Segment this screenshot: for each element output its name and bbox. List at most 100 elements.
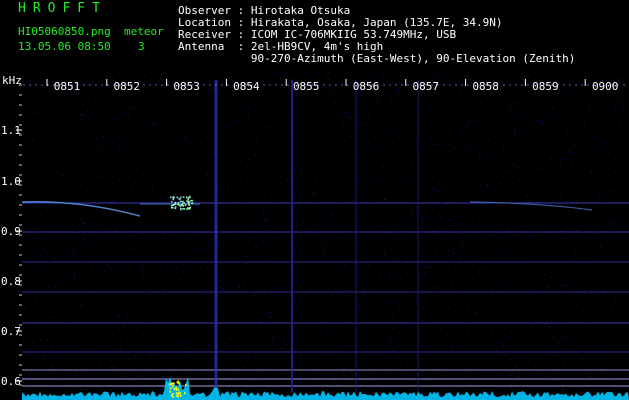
noise-dot — [80, 183, 82, 185]
noise-dot — [72, 257, 74, 259]
noise-dot — [193, 179, 194, 181]
noise-dot — [125, 375, 127, 377]
noise-dot — [407, 257, 409, 259]
noise-dot — [397, 224, 399, 226]
noise-dot — [22, 281, 24, 283]
noise-dot — [31, 314, 33, 316]
noise-dot — [569, 88, 571, 90]
noise-dot — [370, 373, 372, 375]
noise-dot — [604, 298, 605, 300]
spectrum-peak — [172, 395, 174, 398]
noise-dot — [560, 167, 562, 169]
noise-dot — [458, 106, 460, 107]
noise-dot — [156, 153, 158, 155]
noise-dot — [95, 136, 97, 138]
noise-dot — [74, 278, 76, 280]
noise-dot — [421, 217, 423, 219]
noise-dot — [297, 223, 298, 225]
spectrum-peak — [175, 395, 178, 397]
noise-dot — [360, 122, 362, 124]
noise-dot — [453, 92, 455, 94]
noise-dot — [501, 334, 502, 336]
noise-dot — [396, 308, 398, 310]
noise-dot — [390, 97, 392, 99]
noise-dot — [34, 107, 36, 109]
noise-dot — [626, 216, 628, 218]
noise-dot — [84, 267, 85, 269]
noise-dot — [435, 358, 436, 359]
noise-dot — [205, 302, 207, 304]
noise-dot — [427, 120, 429, 122]
noise-dot — [221, 184, 223, 186]
noise-dot — [508, 108, 510, 110]
noise-dot — [535, 225, 537, 226]
noise-dot — [152, 124, 154, 126]
noise-dot — [618, 123, 620, 125]
noise-dot — [620, 102, 622, 104]
meteor-head-echo — [180, 209, 182, 211]
noise-dot — [404, 117, 406, 119]
noise-dot — [189, 173, 191, 174]
noise-dot — [460, 206, 462, 208]
noise-dot — [51, 149, 53, 151]
noise-dot — [415, 266, 417, 268]
noise-dot — [425, 142, 427, 144]
noise-dot — [533, 206, 535, 208]
noise-dot — [380, 115, 382, 117]
noise-dot — [160, 197, 162, 199]
noise-dot — [80, 114, 82, 115]
noise-dot — [130, 278, 132, 280]
noise-dot — [125, 316, 127, 318]
noise-dot — [447, 317, 449, 319]
noise-dot — [57, 273, 59, 275]
noise-dot — [148, 96, 150, 98]
noise-dot — [405, 258, 407, 260]
noise-dot — [116, 315, 118, 317]
noise-dot — [213, 97, 214, 99]
noise-dot — [548, 376, 550, 378]
noise-dot — [572, 249, 574, 251]
noise-dot — [295, 263, 297, 265]
noise-dot — [203, 73, 205, 75]
noise-dot — [240, 203, 242, 205]
noise-dot — [537, 176, 539, 178]
noise-dot — [57, 192, 59, 194]
noise-dot — [402, 374, 404, 376]
noise-dot — [72, 250, 74, 252]
noise-dot — [121, 282, 123, 284]
noise-dot — [63, 347, 65, 349]
noise-dot — [173, 258, 175, 260]
noise-dot — [590, 171, 591, 173]
x-tick-label: 0852 — [114, 80, 141, 93]
noise-dot — [560, 304, 562, 306]
spectrum-peak — [184, 392, 186, 395]
noise-dot — [392, 278, 394, 280]
noise-dot — [163, 360, 165, 362]
noise-dot — [447, 214, 449, 216]
noise-dot — [552, 346, 553, 348]
noise-dot — [342, 371, 344, 373]
noise-dot — [124, 103, 126, 105]
noise-dot — [530, 250, 532, 252]
noise-dot — [542, 121, 544, 123]
noise-dot — [484, 165, 486, 167]
noise-dot — [56, 353, 58, 355]
noise-dot — [327, 79, 329, 81]
noise-dot — [558, 249, 560, 251]
noise-dot — [593, 380, 595, 382]
noise-dot — [109, 254, 111, 255]
noise-dot — [254, 293, 256, 295]
noise-dot — [94, 204, 96, 206]
noise-dot — [560, 230, 562, 232]
noise-dot — [82, 86, 84, 88]
noise-dot — [337, 87, 339, 89]
noise-dot — [247, 318, 249, 320]
noise-dot — [328, 374, 330, 376]
noise-dot — [53, 316, 55, 318]
noise-dot — [308, 312, 309, 314]
noise-dot — [212, 358, 214, 360]
noise-dot — [598, 126, 600, 128]
noise-dot — [232, 201, 234, 203]
noise-dot — [157, 247, 159, 249]
noise-dot — [415, 207, 417, 209]
